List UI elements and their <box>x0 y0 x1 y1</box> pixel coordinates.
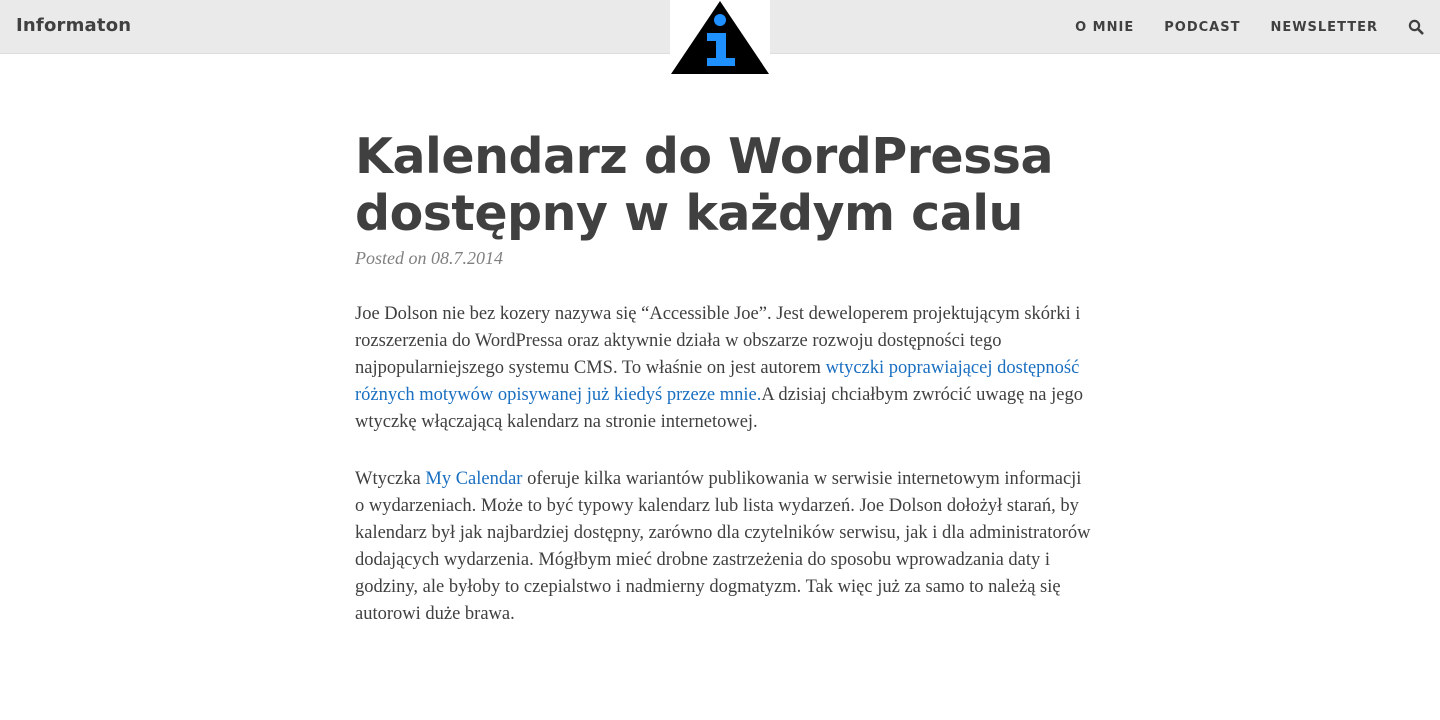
search-icon <box>1408 19 1424 35</box>
post-content: Kalendarz do WordPressa dostępny w każdy… <box>355 128 1095 628</box>
nav-item-newsletter[interactable]: NEWSLETTER <box>1270 20 1378 35</box>
post-paragraph-1: Joe Dolson nie bez kozery nazywa się “Ac… <box>355 301 1095 436</box>
site-logo[interactable] <box>670 0 770 78</box>
paragraph-2-text-a: Wtyczka <box>355 469 426 489</box>
post-title-line-2: dostępny w każdym calu <box>355 185 1023 242</box>
site-brand-link[interactable]: Informaton <box>16 15 131 36</box>
top-navbar: Informaton O MNIE PODCAST NEWSLETTER <box>0 0 1440 78</box>
post-title: Kalendarz do WordPressa dostępny w każdy… <box>355 128 1095 242</box>
main-nav: O MNIE PODCAST NEWSLETTER <box>1045 0 1424 54</box>
my-calendar-link[interactable]: My Calendar <box>425 469 522 489</box>
post-date: 08.7.2014 <box>431 248 503 268</box>
post-meta: Posted on 08.7.2014 <box>355 248 1095 269</box>
nav-item-podcast[interactable]: PODCAST <box>1164 20 1240 35</box>
post-title-line-1: Kalendarz do WordPressa <box>355 128 1054 185</box>
nav-item-o-mnie[interactable]: O MNIE <box>1075 20 1134 35</box>
post-paragraph-2: Wtyczka My Calendar oferuje kilka warian… <box>355 466 1095 628</box>
info-triangle-logo-icon <box>671 1 769 74</box>
posted-on-label: Posted on <box>355 248 427 268</box>
search-button[interactable] <box>1408 19 1424 35</box>
paragraph-2-text-b: oferuje kilka wariantów publikowania w s… <box>355 469 1091 624</box>
